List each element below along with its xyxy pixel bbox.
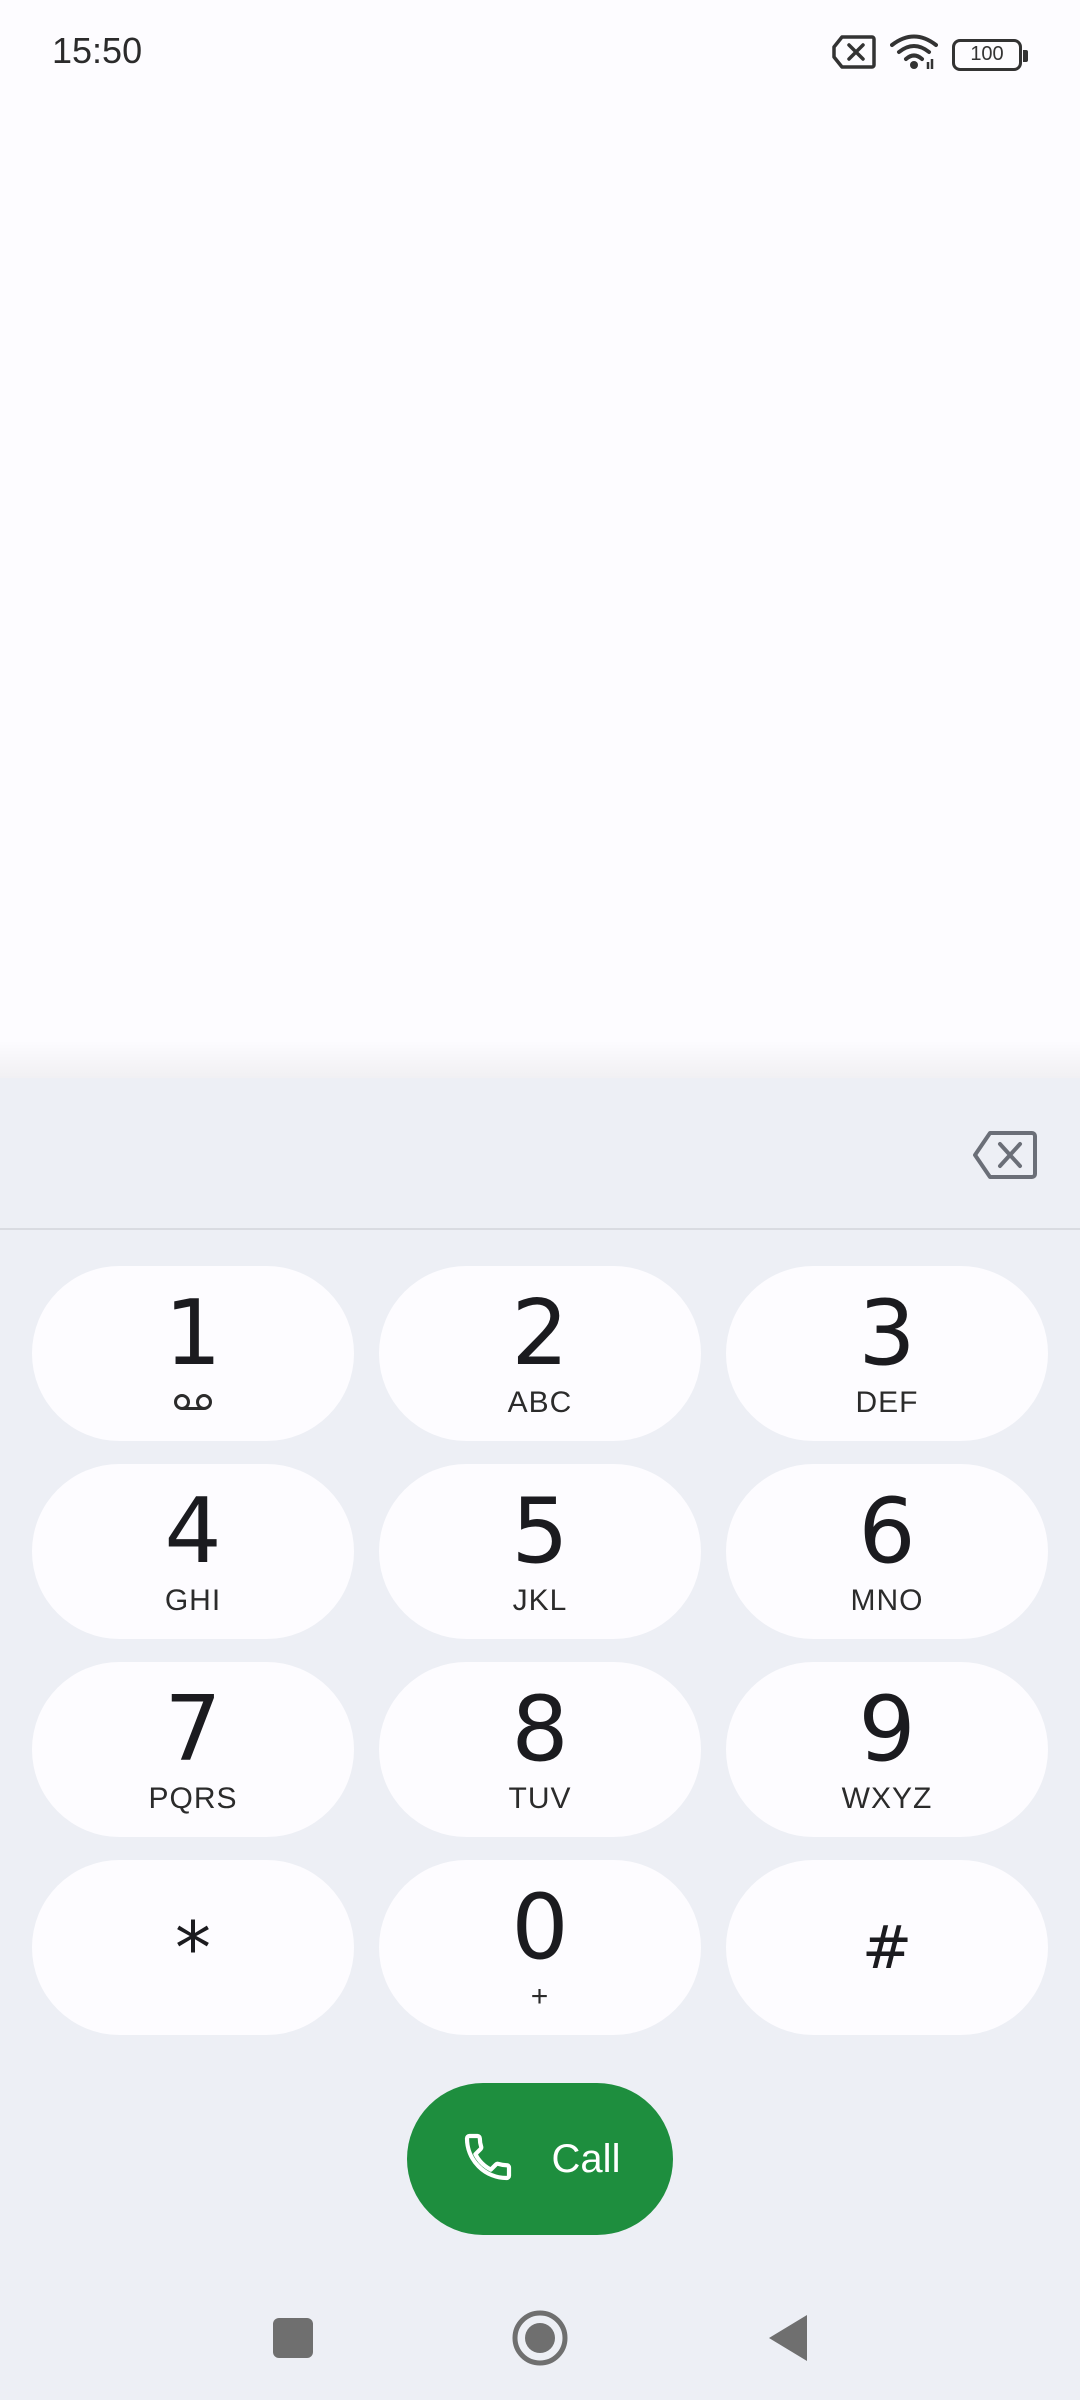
key-digit: 9 [858,1676,916,1782]
key-digit: # [861,1912,913,1983]
key-6[interactable]: 6 MNO [726,1464,1048,1639]
status-time: 15:50 [52,30,143,71]
key-letters: DEF [855,1385,919,1419]
key-7[interactable]: 7 PQRS [32,1662,354,1837]
key-9[interactable]: 9 WXYZ [726,1662,1048,1837]
phone-icon [460,2129,516,2190]
key-digit: 7 [164,1676,222,1782]
key-letters: GHI [164,1583,222,1617]
key-letters: MNO [850,1583,924,1617]
key-digit: 5 [511,1478,569,1584]
battery-icon: 100 [952,38,1028,71]
key-letters: TUV [508,1781,572,1815]
key-digit: 4 [164,1478,222,1584]
key-digit: * [175,1905,211,1990]
key-letters: WXYZ [841,1781,933,1815]
key-hash[interactable]: # [726,1860,1048,2035]
key-star[interactable]: * [32,1860,354,2035]
key-digit: 2 [511,1280,569,1386]
key-0[interactable]: 0 + [379,1860,701,2035]
navigation-bar [0,2270,1080,2400]
key-digit: 8 [511,1676,569,1782]
key-digit: 0 [511,1874,569,1980]
key-letters: + [530,1979,550,2013]
voicemail-icon [173,1386,213,1420]
status-bar: 15:50 100 [0,0,1080,110]
home-icon[interactable] [510,2308,570,2368]
status-icons: 100 [832,34,1028,75]
key-letters: JKL [512,1583,568,1617]
key-digit: 1 [164,1280,222,1386]
key-digit: 3 [858,1280,916,1386]
key-2[interactable]: 2 ABC [379,1266,701,1441]
call-label: Call [551,2136,621,2181]
key-digit: 6 [858,1478,916,1584]
key-5[interactable]: 5 JKL [379,1464,701,1639]
recents-icon[interactable] [263,2308,323,2368]
key-4[interactable]: 4 GHI [32,1464,354,1639]
sheet-shadow [0,1040,1080,1080]
key-letters: ABC [507,1385,573,1419]
no-sim-icon [832,35,876,74]
dialer-screen: 15:50 100 1 2 ABC 3 DEF 4 GHI 5 JKL 6 MN… [0,0,1080,2400]
digits-input[interactable] [40,1118,920,1188]
key-letters: PQRS [148,1781,238,1815]
back-icon[interactable] [757,2308,817,2368]
call-log-area [0,110,1080,1060]
key-1[interactable]: 1 [32,1266,354,1441]
key-3[interactable]: 3 DEF [726,1266,1048,1441]
wifi-icon [890,34,938,75]
digits-row [0,1078,1080,1230]
backspace-icon[interactable] [972,1130,1038,1180]
call-button[interactable]: Call [407,2083,673,2235]
key-8[interactable]: 8 TUV [379,1662,701,1837]
battery-level: 100 [970,43,1004,65]
